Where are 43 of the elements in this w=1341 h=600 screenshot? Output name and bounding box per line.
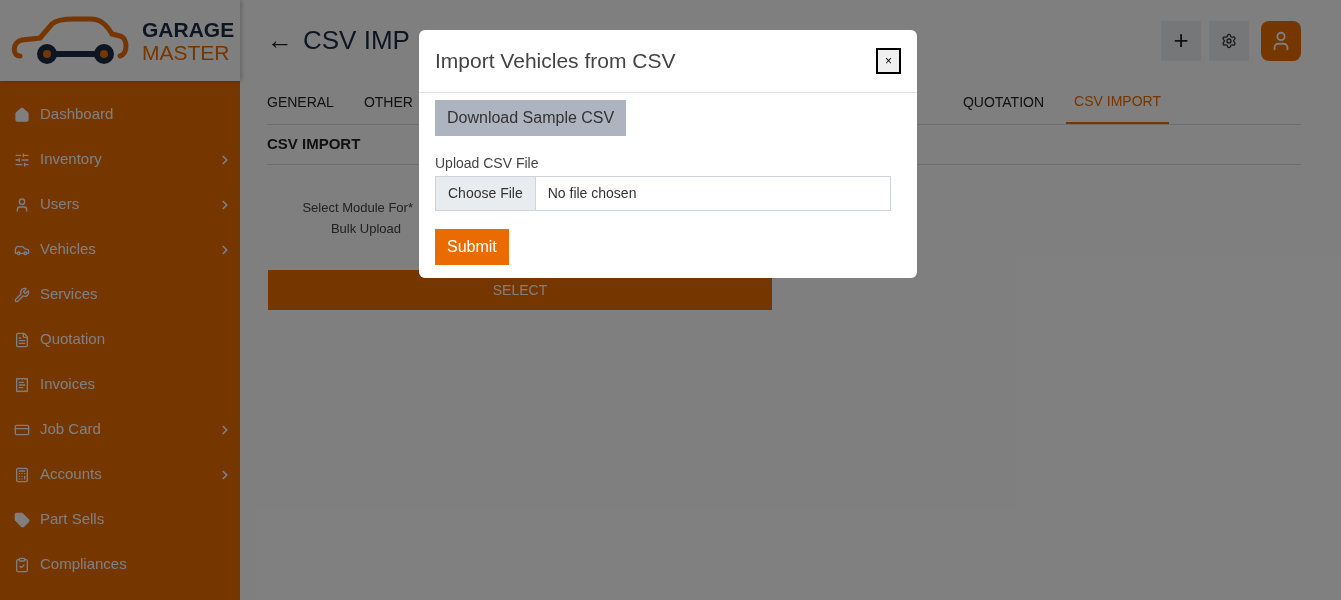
close-button[interactable]: × [876, 48, 901, 74]
tab[interactable]: QUOTATION [954, 81, 1053, 124]
brand-name: GARAGE [142, 18, 235, 40]
avatar[interactable] [1261, 20, 1301, 61]
section-title: CSV IMPORT [267, 134, 361, 155]
home-icon [14, 106, 30, 123]
field-label: Bulk Upload [330, 220, 401, 238]
wrench-icon [14, 286, 30, 303]
sidebar-item[interactable]: Compliances [0, 542, 240, 587]
sidebar-item[interactable]: Job Card [0, 407, 240, 452]
sidebar-item[interactable]: Quotation [0, 317, 240, 362]
receipt-icon [14, 376, 30, 393]
sidebar-item[interactable]: Users [0, 182, 240, 227]
submit-button[interactable]: Submit [435, 229, 509, 265]
file-status: No file chosen [547, 184, 637, 203]
tab[interactable]: GENERAL [259, 81, 342, 124]
sidebar-item[interactable]: Inventory [0, 137, 240, 182]
back-button[interactable]: ← [267, 21, 293, 60]
sidebar-item[interactable]: Dashboard [0, 92, 240, 137]
tab[interactable]: OTHER [355, 81, 421, 124]
page-title: CSV IMP [303, 24, 411, 57]
sidebar-item[interactable]: Services [0, 272, 240, 317]
user-icon [14, 196, 30, 213]
choose-file-button[interactable]: Choose File [436, 177, 536, 210]
brand-name: MASTER [142, 41, 231, 63]
dialog-title: Import Vehicles from CSV [435, 48, 677, 75]
gear-icon [1221, 32, 1237, 49]
sidebar-item[interactable]: Part Sells [0, 497, 240, 542]
tab[interactable]: CSV IMPORT [1066, 81, 1169, 124]
calculator-icon [14, 466, 30, 483]
sidebar-item[interactable]: Invoices [0, 362, 240, 407]
upload-label: Upload CSV File [435, 154, 539, 173]
clipboard-icon [14, 556, 30, 573]
file-input[interactable]: Choose File No file chosen [435, 176, 891, 211]
document-icon [14, 331, 30, 348]
sidebar-item[interactable]: Accounts [0, 452, 240, 497]
download-button[interactable]: Download Sample CSV [435, 100, 627, 136]
add-button[interactable]: + [1161, 20, 1201, 61]
field-label: Select Module For* [302, 199, 413, 217]
settings-button[interactable] [1209, 20, 1249, 61]
sidebar-item[interactable]: Vehicles [0, 227, 240, 272]
tag-icon [14, 511, 30, 528]
sliders-icon [14, 151, 30, 168]
